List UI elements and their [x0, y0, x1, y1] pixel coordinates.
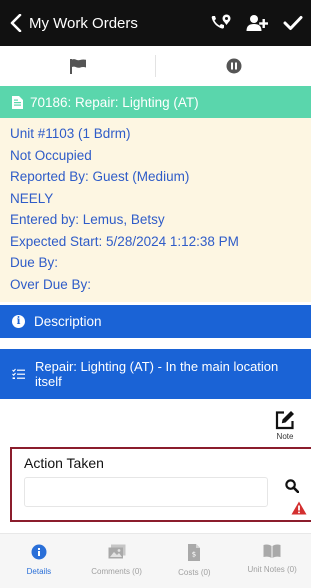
checklist-icon — [12, 368, 25, 379]
pause-icon — [226, 58, 241, 74]
note-button[interactable]: Note — [265, 410, 305, 446]
action-search-button[interactable] — [285, 479, 300, 498]
work-order-info: Unit #1103 (1 Bdrm) Not Occupied Reporte… — [0, 118, 311, 302]
checkmark-icon — [283, 16, 303, 30]
info-reported-by: Reported By: Guest (Medium) — [10, 169, 190, 184]
book-icon — [263, 544, 281, 558]
pause-button[interactable] — [156, 46, 311, 86]
info-icon: i — [12, 315, 25, 328]
tab-label-unit-notes: Unit Notes (0) — [247, 565, 297, 574]
action-taken-section: Action Taken — [10, 447, 311, 522]
info-expected-start: Expected Start: 5/28/2024 1:12:38 PM — [10, 233, 239, 249]
tab-label-costs: Costs (0) — [178, 568, 211, 577]
task-item[interactable]: Repair: Lighting (AT) - In the main loca… — [0, 349, 311, 399]
info-over-due-by: Over Due By: — [10, 276, 92, 292]
note-label: Note — [276, 432, 294, 441]
add-user-icon — [246, 15, 268, 31]
image-icon — [108, 544, 126, 559]
bottom-navigation: Details Comments (0) $ Costs (0) Unit No… — [0, 533, 311, 588]
info-unit: Unit #1103 (1 Bdrm) — [10, 126, 131, 141]
work-order-header: 70186: Repair: Lighting (AT) — [0, 86, 311, 118]
search-icon — [285, 479, 300, 494]
document-icon — [12, 95, 23, 109]
top-bar: My Work Orders — [0, 0, 311, 46]
svg-text:$: $ — [192, 551, 196, 559]
chevron-left-icon — [10, 14, 22, 32]
required-warning — [291, 501, 307, 520]
tab-details[interactable]: Details — [0, 534, 78, 588]
info-reporter-name: NEELY — [10, 190, 54, 206]
action-taken-input[interactable] — [24, 477, 268, 507]
flag-icon — [69, 59, 86, 74]
description-section[interactable]: i Description — [0, 305, 311, 338]
tab-unit-notes[interactable]: Unit Notes (0) — [233, 534, 311, 588]
action-taken-label: Action Taken — [24, 455, 104, 471]
call-location-button[interactable] — [203, 0, 239, 46]
complete-button[interactable] — [275, 0, 311, 46]
info-icon — [31, 544, 47, 560]
work-order-title: 70186: Repair: Lighting (AT) — [30, 94, 199, 110]
warning-icon — [291, 501, 307, 515]
task-label: Repair: Lighting (AT) - In the main loca… — [35, 359, 279, 389]
info-occupancy: Not Occupied — [10, 147, 92, 163]
info-due-by: Due By: — [10, 255, 59, 270]
receipt-icon: $ — [188, 544, 201, 561]
description-label: Description — [34, 314, 102, 329]
phone-location-icon — [211, 14, 231, 29]
back-button[interactable]: My Work Orders — [0, 0, 138, 46]
assign-user-button[interactable] — [239, 0, 275, 46]
back-label: My Work Orders — [29, 14, 138, 32]
action-row — [0, 46, 311, 86]
tab-comments[interactable]: Comments (0) — [78, 534, 156, 588]
tab-label-details: Details — [26, 567, 52, 576]
tab-label-comments: Comments (0) — [91, 567, 142, 576]
info-entered-by: Entered by: Lemus, Betsy — [10, 212, 165, 227]
edit-note-icon — [275, 411, 294, 430]
flag-button[interactable] — [0, 46, 155, 86]
tab-costs[interactable]: $ Costs (0) — [156, 534, 234, 588]
